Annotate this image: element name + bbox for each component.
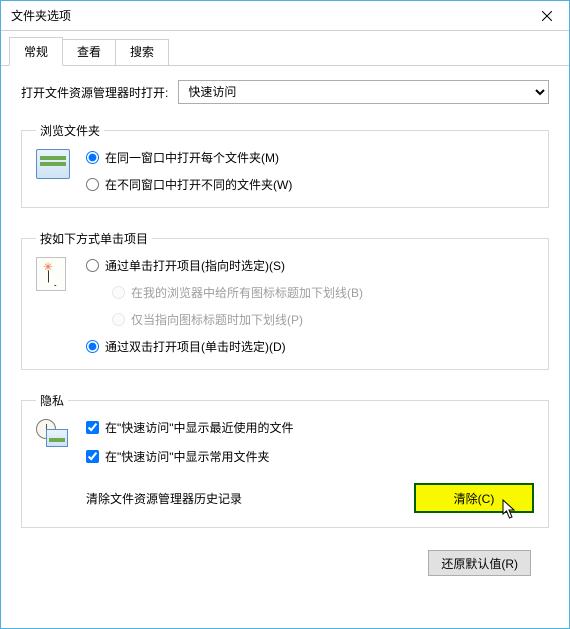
radio-underline-point-label: 仅当指向图标标题时加下划线(P): [131, 311, 303, 328]
tab-general[interactable]: 常规: [9, 37, 63, 66]
browse-folders-legend: 浏览文件夹: [36, 122, 104, 139]
radio-new-window-row[interactable]: 在不同窗口中打开不同的文件夹(W): [86, 176, 292, 193]
footer-row: 还原默认值(R): [21, 550, 549, 576]
radio-single-click-label: 通过单击打开项目(指向时选定)(S): [105, 257, 285, 274]
tab-bar: 常规 查看 搜索: [1, 31, 569, 66]
radio-double-click[interactable]: [86, 340, 99, 353]
clear-history-label: 清除文件资源管理器历史记录: [86, 490, 242, 507]
radio-double-click-label: 通过双击打开项目(单击时选定)(D): [105, 338, 286, 355]
open-explorer-label: 打开文件资源管理器时打开:: [21, 84, 168, 101]
radio-new-window-label: 在不同窗口中打开不同的文件夹(W): [105, 176, 292, 193]
check-recent-files-row[interactable]: 在"快速访问"中显示最近使用的文件: [86, 419, 534, 436]
clear-button[interactable]: 清除(C): [414, 483, 534, 513]
radio-new-window[interactable]: [86, 178, 99, 191]
clear-button-label: 清除(C): [454, 490, 495, 507]
click-items-group: 按如下方式单击项目 通过单击打开项目(指向时选定)(S) 在我的浏览器中给所有图…: [21, 230, 549, 370]
radio-double-click-row[interactable]: 通过双击打开项目(单击时选定)(D): [86, 338, 363, 355]
radio-underline-all-label: 在我的浏览器中给所有图标标题加下划线(B): [131, 284, 363, 301]
radio-underline-point-row: 仅当指向图标标题时加下划线(P): [112, 311, 363, 328]
tab-view[interactable]: 查看: [62, 39, 116, 65]
folder-options-dialog: 文件夹选项 常规 查看 搜索 打开文件资源管理器时打开: 快速访问 浏览文件夹: [0, 0, 570, 629]
privacy-icon: [36, 419, 72, 455]
open-explorer-combo[interactable]: 快速访问: [178, 80, 549, 104]
close-button[interactable]: [524, 1, 569, 31]
titlebar: 文件夹选项: [1, 1, 569, 31]
radio-same-window-label: 在同一窗口中打开每个文件夹(M): [105, 149, 279, 166]
window-title: 文件夹选项: [11, 7, 71, 24]
tab-content: 打开文件资源管理器时打开: 快速访问 浏览文件夹 在同一窗口中打开每个文件夹(M…: [1, 66, 569, 628]
restore-defaults-button[interactable]: 还原默认值(R): [428, 550, 531, 576]
radio-underline-all: [112, 286, 125, 299]
radio-underline-point: [112, 313, 125, 326]
check-frequent-folders-row[interactable]: 在"快速访问"中显示常用文件夹: [86, 448, 534, 465]
close-icon: [542, 11, 552, 21]
tab-search[interactable]: 搜索: [115, 39, 169, 65]
click-icon: [36, 257, 72, 293]
browse-folders-group: 浏览文件夹 在同一窗口中打开每个文件夹(M) 在不同窗口中打开不同的文件夹(W): [21, 122, 549, 208]
radio-single-click-row[interactable]: 通过单击打开项目(指向时选定)(S): [86, 257, 363, 274]
radio-underline-all-row: 在我的浏览器中给所有图标标题加下划线(B): [112, 284, 363, 301]
privacy-legend: 隐私: [36, 392, 68, 409]
open-explorer-row: 打开文件资源管理器时打开: 快速访问: [21, 80, 549, 104]
radio-same-window-row[interactable]: 在同一窗口中打开每个文件夹(M): [86, 149, 292, 166]
privacy-group: 隐私 在"快速访问"中显示最近使用的文件 在"快速访问"中显示常用文件: [21, 392, 549, 528]
clear-history-row: 清除文件资源管理器历史记录 清除(C): [86, 483, 534, 513]
check-frequent-folders-label: 在"快速访问"中显示常用文件夹: [105, 448, 270, 465]
check-frequent-folders[interactable]: [86, 450, 99, 463]
check-recent-files-label: 在"快速访问"中显示最近使用的文件: [105, 419, 294, 436]
cursor-icon: [502, 499, 520, 521]
check-recent-files[interactable]: [86, 421, 99, 434]
radio-single-click[interactable]: [86, 259, 99, 272]
browse-icon: [36, 149, 72, 185]
radio-same-window[interactable]: [86, 151, 99, 164]
click-items-legend: 按如下方式单击项目: [36, 230, 152, 247]
